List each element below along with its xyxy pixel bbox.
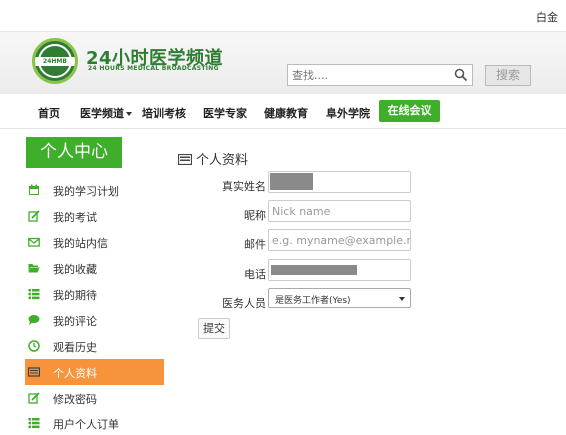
nav-item-experts[interactable]: 医学专家 bbox=[203, 105, 247, 121]
profile-section-title: 个人资料 bbox=[178, 149, 248, 168]
medical-staff-label: 医务人员 bbox=[222, 297, 266, 310]
envelope-icon bbox=[28, 237, 40, 247]
main-nav: 首页 医学频道 培训考核 医学专家 健康教育 阜外学院 bbox=[0, 95, 566, 129]
site-logo-badge[interactable]: 24HMB bbox=[32, 38, 78, 84]
chevron-down-icon bbox=[126, 112, 132, 116]
site-header bbox=[0, 32, 566, 94]
sidebar-item-messages[interactable]: 我的站内信 bbox=[25, 230, 164, 254]
nickname-label: 昵称 bbox=[244, 209, 266, 222]
list-icon bbox=[28, 418, 40, 429]
email-field[interactable] bbox=[268, 229, 411, 251]
sidebar-item-label: 我的学习计划 bbox=[53, 185, 119, 198]
sidebar-item-label: 用户个人订单 bbox=[53, 418, 119, 431]
user-name-link[interactable]: 白金 bbox=[536, 9, 558, 25]
id-card-icon bbox=[178, 154, 192, 165]
nav-item-online-meeting[interactable]: 在线会议 bbox=[379, 100, 440, 122]
search-input[interactable] bbox=[288, 65, 448, 85]
sidebar-item-orders[interactable]: 用户个人订单 bbox=[25, 411, 164, 435]
medical-staff-value: 是医务工作者(Yes) bbox=[275, 296, 351, 306]
clock-icon bbox=[28, 340, 40, 352]
sidebar-item-profile[interactable]: 个人资料 bbox=[25, 359, 164, 385]
sidebar-item-label: 我的评论 bbox=[53, 315, 97, 328]
sidebar-item-favorites[interactable]: 我的收藏 bbox=[25, 256, 164, 280]
sidebar-item-label: 我的收藏 bbox=[53, 263, 97, 276]
nav-item-training[interactable]: 培训考核 bbox=[142, 105, 186, 121]
sidebar-item-expectations[interactable]: 我的期待 bbox=[25, 282, 164, 306]
redacted-real-name bbox=[270, 173, 313, 190]
nav-item-health-education[interactable]: 健康教育 bbox=[264, 105, 308, 121]
nav-item-home[interactable]: 首页 bbox=[38, 105, 60, 121]
sidebar-item-label: 观看历史 bbox=[53, 341, 97, 354]
phone-label: 电话 bbox=[244, 268, 266, 281]
nav-item-fuwai-college[interactable]: 阜外学院 bbox=[326, 105, 370, 121]
search-icon[interactable] bbox=[454, 68, 468, 82]
medical-staff-select[interactable]: 是医务工作者(Yes) bbox=[268, 288, 411, 308]
search-box bbox=[287, 64, 473, 86]
sidebar-item-label: 我的站内信 bbox=[53, 237, 108, 250]
submit-button[interactable]: 提交 bbox=[198, 318, 230, 339]
sidebar-item-comments[interactable]: 我的评论 bbox=[25, 308, 164, 332]
chevron-down-icon bbox=[399, 297, 405, 301]
edit-icon bbox=[28, 392, 40, 404]
sidebar-item-my-exams[interactable]: 我的考试 bbox=[25, 204, 164, 228]
sidebar-item-label: 修改密码 bbox=[53, 393, 97, 406]
sidebar-item-study-plan[interactable]: 我的学习计划 bbox=[25, 178, 164, 202]
real-name-label: 真实姓名 bbox=[222, 180, 266, 193]
logo-band: 24HMB bbox=[35, 57, 75, 66]
site-logo-subtitle: 24 HOURS MEDICAL BROADCASTING bbox=[88, 65, 219, 72]
sidebar-item-label: 我的期待 bbox=[53, 289, 97, 302]
redacted-phone bbox=[271, 265, 357, 275]
sidebar-item-change-password[interactable]: 修改密码 bbox=[25, 386, 164, 410]
nav-item-medical-channel[interactable]: 医学频道 bbox=[80, 105, 132, 121]
email-label: 邮件 bbox=[244, 238, 266, 251]
sidebar-item-label: 我的考试 bbox=[53, 211, 97, 224]
search-button[interactable]: 搜索 bbox=[485, 65, 531, 86]
comment-icon bbox=[28, 315, 40, 325]
id-card-icon bbox=[28, 367, 40, 377]
list-icon bbox=[28, 289, 40, 300]
top-bar: 白金 bbox=[0, 0, 566, 32]
calendar-icon bbox=[29, 184, 39, 195]
sidebar-item-history[interactable]: 观看历史 bbox=[25, 334, 164, 358]
nickname-field[interactable] bbox=[268, 200, 411, 222]
edit-icon bbox=[28, 210, 40, 222]
sidebar-title: 个人中心 bbox=[26, 137, 122, 168]
sidebar-item-label: 个人资料 bbox=[53, 367, 97, 380]
folder-open-icon bbox=[28, 264, 40, 273]
